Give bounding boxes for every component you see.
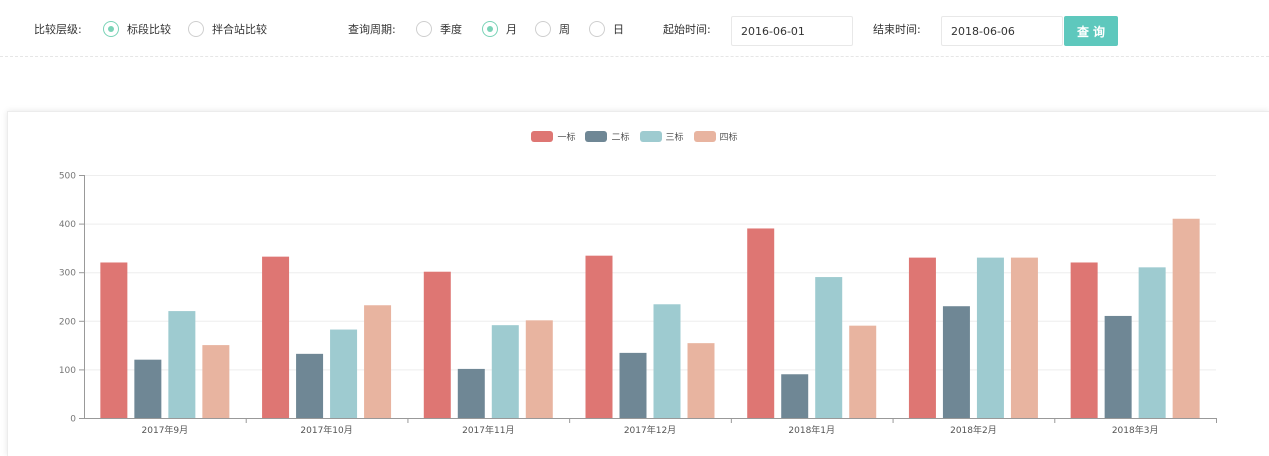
y-tick-label: 0 bbox=[70, 415, 76, 425]
y-tick-label: 200 bbox=[59, 317, 76, 327]
bar bbox=[585, 255, 613, 418]
bar bbox=[653, 304, 681, 418]
x-tick-label: 2017年11月 bbox=[462, 424, 514, 436]
x-tick-label: 2018年1月 bbox=[788, 424, 835, 436]
bar bbox=[1138, 267, 1166, 418]
y-tick-label: 100 bbox=[59, 366, 76, 376]
bar bbox=[1104, 315, 1132, 418]
bar bbox=[942, 306, 970, 418]
bar bbox=[202, 345, 230, 418]
x-tick-label: 2017年12月 bbox=[624, 424, 676, 436]
bar bbox=[330, 329, 358, 418]
bar bbox=[619, 352, 647, 418]
x-tick-label: 2017年10月 bbox=[300, 424, 352, 436]
x-tick-label: 2018年3月 bbox=[1112, 424, 1159, 436]
bar bbox=[849, 325, 877, 418]
y-tick-label: 400 bbox=[59, 220, 76, 230]
bar bbox=[296, 353, 324, 418]
bar bbox=[168, 311, 196, 418]
bar bbox=[1070, 262, 1098, 418]
bar bbox=[747, 228, 775, 418]
y-tick-label: 300 bbox=[59, 269, 76, 279]
bar bbox=[364, 305, 392, 418]
bar bbox=[1172, 218, 1200, 418]
bar bbox=[976, 257, 1004, 418]
bar bbox=[815, 277, 843, 418]
bar bbox=[457, 368, 485, 418]
bar bbox=[1010, 257, 1038, 418]
bar bbox=[262, 256, 290, 418]
x-tick-label: 2017年9月 bbox=[142, 424, 189, 436]
bar bbox=[134, 359, 162, 418]
bar bbox=[687, 343, 715, 418]
bar bbox=[781, 374, 809, 418]
y-tick-label: 500 bbox=[59, 172, 76, 182]
bar bbox=[908, 257, 936, 418]
bar bbox=[525, 320, 553, 418]
x-tick-label: 2018年2月 bbox=[950, 424, 997, 436]
bar bbox=[100, 262, 128, 418]
bar-chart: 0 100 200 300 400 500 2017年9月 2017年10月 2017年11月 2… bbox=[59, 172, 1217, 436]
bar bbox=[423, 271, 451, 418]
bar bbox=[491, 325, 519, 418]
